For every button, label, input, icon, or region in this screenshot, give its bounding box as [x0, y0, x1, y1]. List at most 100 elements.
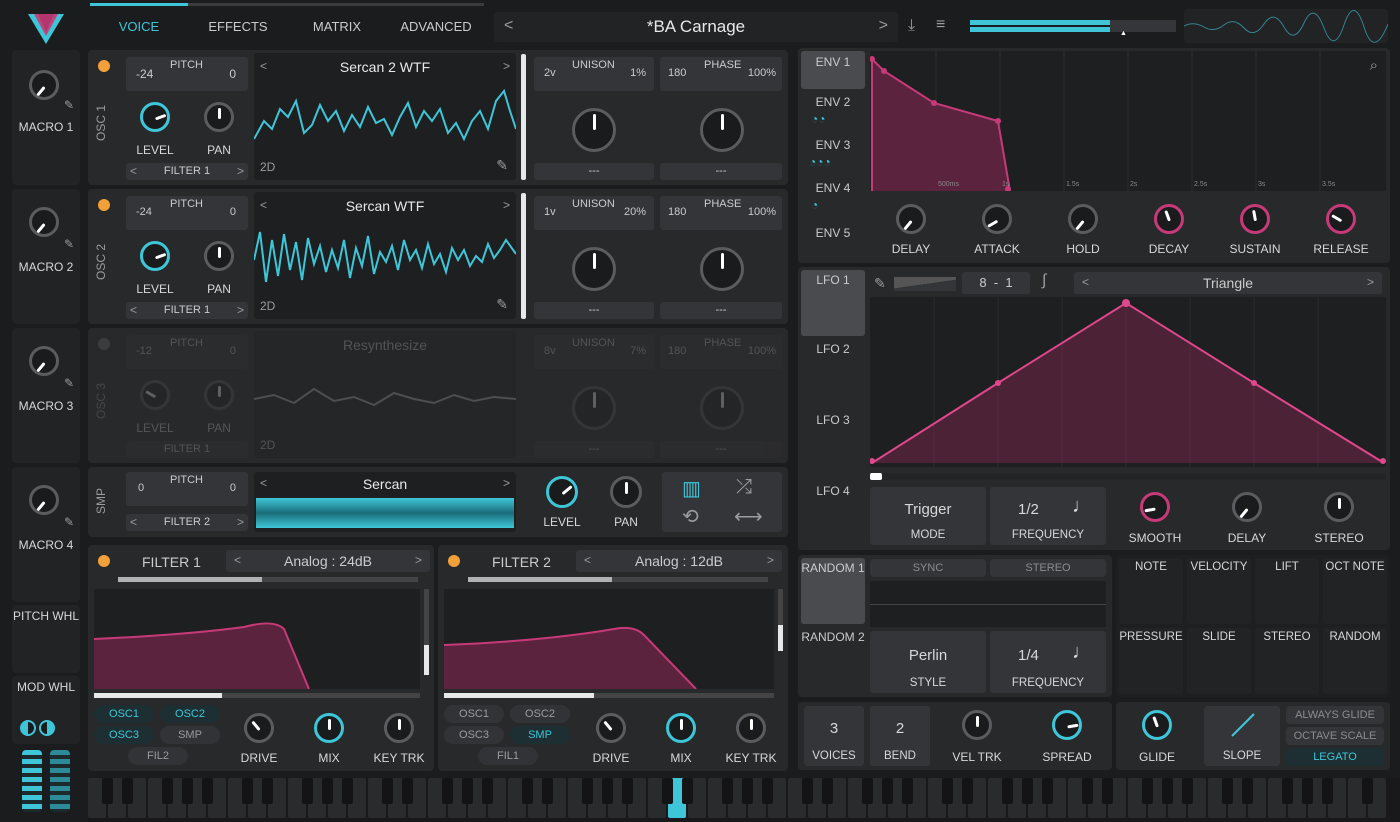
mode-label[interactable]: 2D — [260, 438, 275, 452]
route-smp[interactable]: SMP — [510, 726, 570, 744]
route-osc1[interactable]: OSC1 — [444, 705, 504, 723]
pitch-coarse[interactable]: -24 — [136, 206, 152, 218]
tab-effects[interactable]: EFFECTS — [190, 19, 286, 34]
detune-knob[interactable] — [572, 108, 616, 152]
loop-icon[interactable]: ⟲ — [682, 504, 699, 529]
phase-random[interactable]: 100% — [748, 345, 776, 357]
pitch-fine[interactable]: 0 — [230, 345, 236, 357]
black-key[interactable] — [1042, 778, 1053, 804]
osc-1-power-toggle[interactable] — [98, 60, 110, 72]
lfo-tab-1[interactable]: LFO 1 — [801, 270, 865, 336]
always-glide-toggle[interactable]: ALWAYS GLIDE — [1286, 706, 1384, 724]
pitch-coarse[interactable]: -12 — [136, 345, 152, 357]
next-icon[interactable]: > — [237, 515, 244, 529]
route-osc2[interactable]: OSC2 — [160, 705, 220, 723]
next-icon[interactable]: > — [237, 164, 244, 178]
unison-voices[interactable]: 8v — [544, 345, 556, 357]
envelope-display[interactable]: 500ms 1s 1.5s 2s 2.5s 3s 3.5s ⌕ — [870, 51, 1386, 191]
wavetable-display[interactable]: < Sercan 2 WTF > 2D ✎ — [254, 53, 516, 180]
filter-1-power-toggle[interactable] — [98, 555, 110, 567]
black-key[interactable] — [1102, 778, 1113, 804]
macro-1-knob[interactable] — [29, 70, 59, 100]
macro-3-knob[interactable] — [29, 346, 59, 376]
macro-1[interactable]: ✎ MACRO 1 — [12, 50, 80, 185]
menu-icon[interactable]: ≡ — [936, 16, 954, 34]
black-key[interactable] — [1322, 778, 1333, 804]
route-fil2[interactable]: FIL2 — [128, 747, 188, 765]
paint-icon[interactable]: ✎ — [874, 275, 886, 292]
unison-stack-select[interactable]: --- — [534, 302, 654, 319]
random-frequency[interactable]: 1/4 ♩ FREQUENCY — [990, 631, 1106, 693]
unison-detune[interactable]: 7% — [630, 345, 646, 357]
decay-knob[interactable] — [1154, 204, 1184, 234]
drive-knob[interactable] — [244, 713, 274, 743]
env-tab-3[interactable]: ENV 3 ◔◔◔ — [801, 136, 865, 176]
level-knob[interactable] — [140, 241, 170, 271]
black-key[interactable] — [1162, 778, 1173, 804]
next-icon[interactable]: > — [1367, 275, 1374, 289]
lfo-tab-3[interactable]: LFO 3 — [801, 410, 865, 476]
phase-control[interactable]: 180 PHASE 100% — [660, 196, 782, 230]
unison-detune[interactable]: 1% — [630, 67, 646, 79]
edit-icon[interactable]: ✎ — [64, 376, 74, 390]
edit-icon[interactable]: ✎ — [64, 237, 74, 251]
grid-size[interactable]: 8 - 1 — [962, 272, 1030, 294]
pitch-coarse[interactable]: 0 — [138, 482, 144, 494]
voices-control[interactable]: 3 VOICES — [804, 706, 864, 766]
edit-wavetable-icon[interactable]: ✎ — [496, 157, 508, 174]
mix-knob[interactable] — [666, 713, 696, 743]
edit-wavetable-icon[interactable]: ✎ — [496, 296, 508, 313]
next-wavetable-icon[interactable]: > — [503, 59, 510, 73]
lfo-tab-4[interactable]: LFO 4 — [801, 481, 865, 547]
lfo-display[interactable] — [870, 297, 1386, 467]
filter-blend-slider[interactable] — [118, 577, 418, 582]
route-smp[interactable]: SMP — [160, 726, 220, 744]
next-icon[interactable]: > — [415, 553, 422, 567]
lfo-phase-bar[interactable] — [870, 473, 1386, 480]
mod-random[interactable]: RANDOM — [1323, 628, 1387, 694]
black-key[interactable] — [902, 778, 913, 804]
macro-2[interactable]: ✎ MACRO 2 — [12, 189, 80, 324]
black-key[interactable] — [162, 778, 173, 804]
keytrk-knob[interactable] — [736, 713, 766, 743]
tab-voice[interactable]: VOICE — [90, 19, 188, 34]
macro-4-knob[interactable] — [29, 485, 59, 515]
black-key[interactable] — [682, 778, 693, 804]
delay-knob[interactable] — [896, 204, 926, 234]
mod-note[interactable]: NOTE — [1119, 558, 1183, 624]
cutoff-slider[interactable] — [444, 693, 774, 698]
logo[interactable] — [26, 6, 66, 46]
black-key[interactable] — [962, 778, 973, 804]
note-sync-icon[interactable]: ♩ — [1072, 495, 1092, 518]
phase-control[interactable]: 180 PHASE 100% — [660, 335, 782, 369]
phase-value[interactable]: 180 — [668, 206, 686, 218]
keytrack-icon[interactable]: ▥ — [682, 476, 701, 501]
black-key[interactable] — [762, 778, 773, 804]
random-phase-icon[interactable]: ⤮ — [736, 476, 752, 499]
black-key[interactable] — [1302, 778, 1313, 804]
pitch-fine[interactable]: 0 — [230, 206, 236, 218]
next-preset-icon[interactable]: > — [879, 17, 888, 35]
black-key[interactable] — [322, 778, 333, 804]
lfo-delay-knob[interactable] — [1232, 492, 1262, 522]
black-key[interactable] — [1222, 778, 1233, 804]
tab-matrix[interactable]: MATRIX — [290, 19, 384, 34]
black-key[interactable] — [822, 778, 833, 804]
route-fil1[interactable]: FIL1 — [478, 747, 538, 765]
wavetable-display[interactable]: < Sercan WTF > 2D ✎ — [254, 192, 516, 319]
unison-stack-select[interactable]: --- — [534, 163, 654, 180]
black-key[interactable] — [182, 778, 193, 804]
unison-control[interactable]: 2v UNISON 1% — [534, 57, 654, 91]
resonance-slider[interactable] — [424, 589, 429, 675]
pitch-control[interactable]: -24 PITCH 0 — [126, 57, 248, 91]
env-tab-1[interactable]: ENV 1 — [801, 51, 865, 89]
bounce-icon[interactable]: ⟷ — [734, 504, 763, 529]
black-key[interactable] — [582, 778, 593, 804]
drive-knob[interactable] — [596, 713, 626, 743]
filter-route[interactable]: FILTER 1 — [126, 441, 248, 458]
phase-knob[interactable] — [700, 386, 744, 430]
mod-lift[interactable]: LIFT — [1255, 558, 1319, 624]
filter-route[interactable]: < FILTER 1 > — [126, 302, 248, 319]
tab-advanced[interactable]: ADVANCED — [388, 19, 484, 34]
phase-random[interactable]: 100% — [748, 206, 776, 218]
